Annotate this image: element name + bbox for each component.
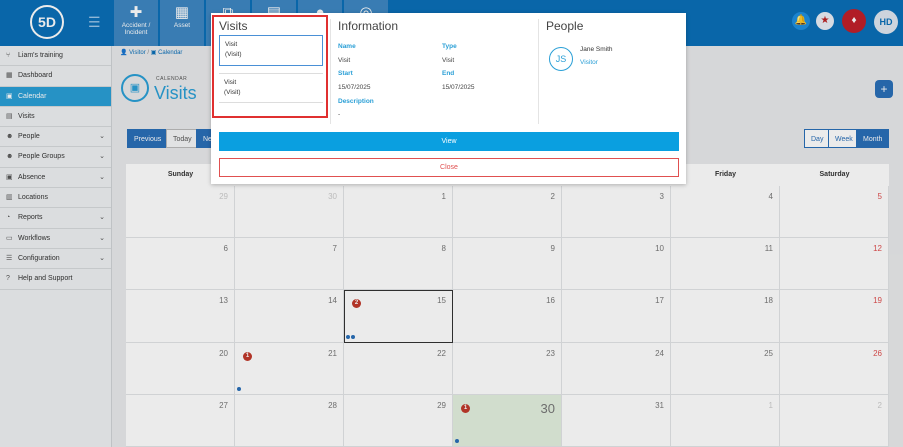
start-value: 15/07/2025 xyxy=(338,84,371,91)
view-button[interactable]: View xyxy=(219,132,679,151)
highlight-frame xyxy=(212,15,328,118)
type-value: Visit xyxy=(442,57,455,64)
end-value: 15/07/2025 xyxy=(442,84,475,91)
name-label: Name xyxy=(338,43,356,50)
end-label: End xyxy=(442,70,455,77)
type-label: Type xyxy=(442,43,457,50)
people-section-title: People xyxy=(546,19,584,33)
start-label: Start xyxy=(338,70,353,77)
person-avatar[interactable]: JS xyxy=(549,47,573,71)
description-label: Description xyxy=(338,98,374,105)
close-button[interactable]: Close xyxy=(219,158,679,177)
divider xyxy=(330,19,331,124)
person-role: Visitor xyxy=(580,59,598,66)
name-value: Visit xyxy=(338,57,351,64)
person-name[interactable]: Jane Smith xyxy=(580,46,613,53)
description-value: - xyxy=(338,111,341,118)
divider xyxy=(538,19,539,124)
information-section-title: Information xyxy=(338,19,399,33)
